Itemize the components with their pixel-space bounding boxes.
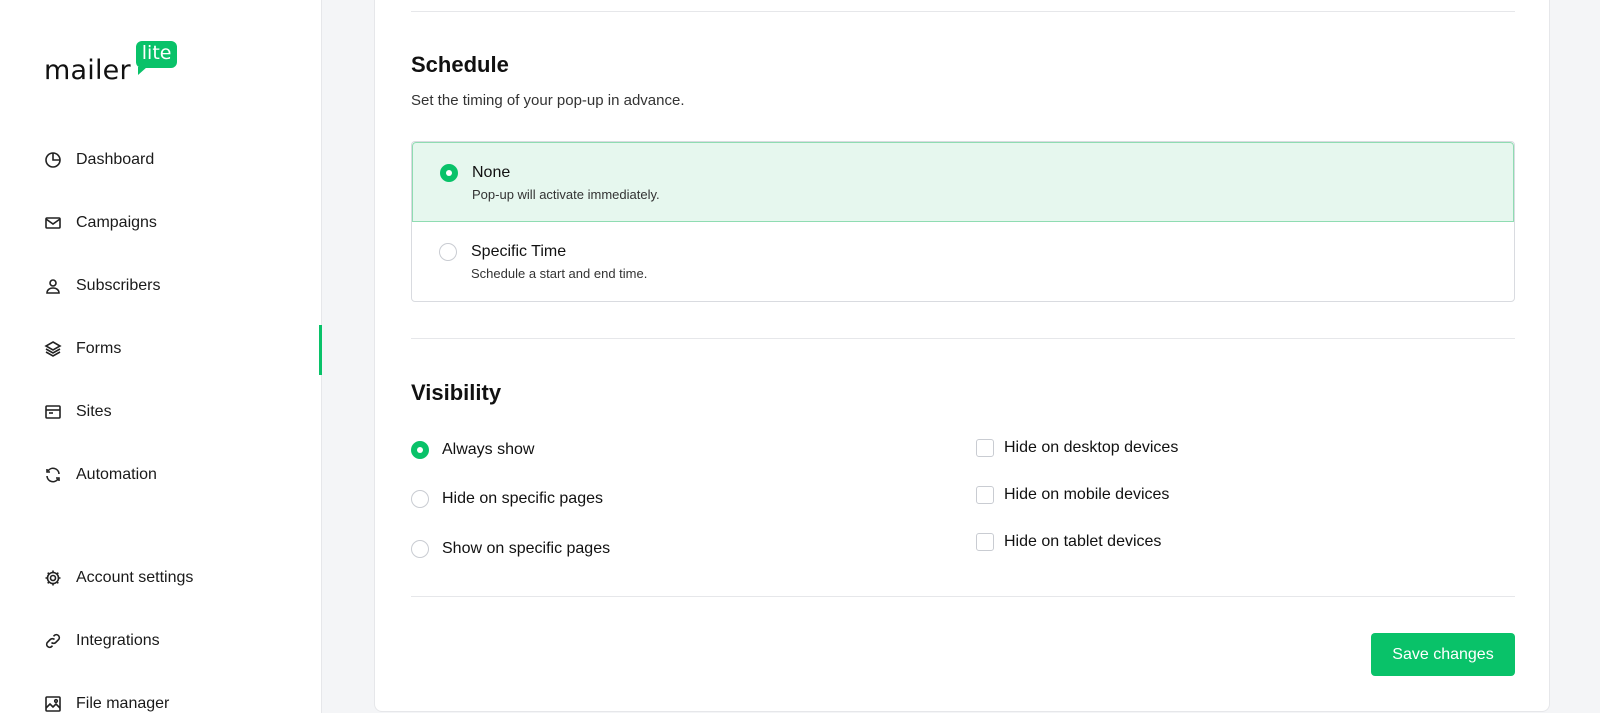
schedule-option-specific-time[interactable]: Specific Time Schedule a start and end t… bbox=[412, 222, 1514, 301]
sidebar-item-label: File manager bbox=[76, 695, 170, 712]
sidebar-item-account-settings[interactable]: Account settings bbox=[44, 566, 193, 590]
sidebar-item-automation[interactable]: Automation bbox=[44, 463, 157, 487]
checkbox[interactable] bbox=[976, 486, 994, 504]
sidebar-item-sites[interactable]: Sites bbox=[44, 400, 112, 424]
sidebar-item-file-manager[interactable]: File manager bbox=[44, 692, 169, 713]
option-label: Always show bbox=[442, 441, 535, 458]
refresh-icon bbox=[46, 467, 60, 483]
visibility-always-show[interactable]: Always show bbox=[411, 438, 534, 462]
browser-icon bbox=[45, 405, 61, 419]
checkbox-hide-tablet[interactable]: Hide on tablet devices bbox=[976, 530, 1161, 554]
schedule-subtitle: Set the timing of your pop-up in advance… bbox=[411, 92, 685, 109]
radio-none[interactable] bbox=[440, 164, 458, 182]
sidebar-item-label: Campaigns bbox=[76, 214, 157, 231]
radio-always-show[interactable] bbox=[411, 441, 429, 459]
logo-wordmark: mailer bbox=[44, 55, 131, 86]
mailerlite-logo[interactable]: mailer lite bbox=[44, 41, 178, 86]
radio-show-specific-pages[interactable] bbox=[411, 540, 429, 558]
checkbox[interactable] bbox=[976, 533, 994, 551]
sidebar-item-campaigns[interactable]: Campaigns bbox=[44, 211, 157, 235]
divider bbox=[411, 596, 1515, 597]
active-indicator bbox=[319, 325, 322, 375]
logo-badge: lite bbox=[135, 41, 178, 75]
mail-icon bbox=[45, 217, 61, 229]
main-card: Schedule Set the timing of your pop-up i… bbox=[374, 0, 1550, 712]
visibility-title: Visibility bbox=[411, 380, 502, 405]
sidebar-item-dashboard[interactable]: Dashboard bbox=[44, 148, 154, 172]
sidebar-item-label: Dashboard bbox=[76, 151, 155, 168]
option-description: Schedule a start and end time. bbox=[471, 266, 648, 281]
sidebar-item-integrations[interactable]: Integrations bbox=[44, 629, 160, 653]
divider bbox=[411, 11, 1515, 12]
option-title: None bbox=[472, 164, 511, 181]
sidebar-item-label: Forms bbox=[76, 340, 122, 357]
gear-icon bbox=[45, 570, 61, 586]
save-changes-button[interactable]: Save changes bbox=[1371, 633, 1515, 676]
link-icon bbox=[45, 633, 61, 649]
option-label: Hide on specific pages bbox=[442, 490, 603, 507]
schedule-title: Schedule bbox=[411, 52, 509, 77]
visibility-hide-specific-pages[interactable]: Hide on specific pages bbox=[411, 487, 603, 511]
user-icon bbox=[46, 279, 60, 294]
layers-icon bbox=[44, 341, 62, 357]
visibility-show-specific-pages[interactable]: Show on specific pages bbox=[411, 537, 610, 561]
schedule-options: None Pop-up will activate immediately. S… bbox=[411, 141, 1515, 302]
radio-hide-specific-pages[interactable] bbox=[411, 490, 429, 508]
checkbox[interactable] bbox=[976, 439, 994, 457]
divider bbox=[411, 338, 1515, 339]
sidebar-item-label: Subscribers bbox=[76, 277, 161, 294]
sidebar: mailer lite Dashboard Campaigns Subscrib… bbox=[0, 0, 322, 713]
schedule-option-none[interactable]: None Pop-up will activate immediately. bbox=[412, 142, 1514, 222]
option-title: Specific Time bbox=[471, 243, 567, 260]
radio-specific-time[interactable] bbox=[439, 243, 457, 261]
sidebar-item-label: Integrations bbox=[76, 632, 160, 649]
sidebar-item-label: Account settings bbox=[76, 569, 194, 586]
image-icon bbox=[45, 696, 61, 712]
pie-chart-icon bbox=[45, 152, 61, 168]
sidebar-item-forms[interactable]: Forms bbox=[44, 337, 121, 361]
checkbox-label: Hide on tablet devices bbox=[1004, 533, 1162, 550]
checkbox-label: Hide on desktop devices bbox=[1004, 439, 1179, 456]
sidebar-item-subscribers[interactable]: Subscribers bbox=[44, 274, 160, 298]
sidebar-item-label: Automation bbox=[76, 466, 157, 483]
option-description: Pop-up will activate immediately. bbox=[472, 187, 660, 202]
checkbox-label: Hide on mobile devices bbox=[1004, 486, 1170, 503]
sidebar-item-label: Sites bbox=[76, 403, 112, 420]
checkbox-hide-desktop[interactable]: Hide on desktop devices bbox=[976, 436, 1178, 460]
option-label: Show on specific pages bbox=[442, 540, 611, 557]
checkbox-hide-mobile[interactable]: Hide on mobile devices bbox=[976, 483, 1169, 507]
